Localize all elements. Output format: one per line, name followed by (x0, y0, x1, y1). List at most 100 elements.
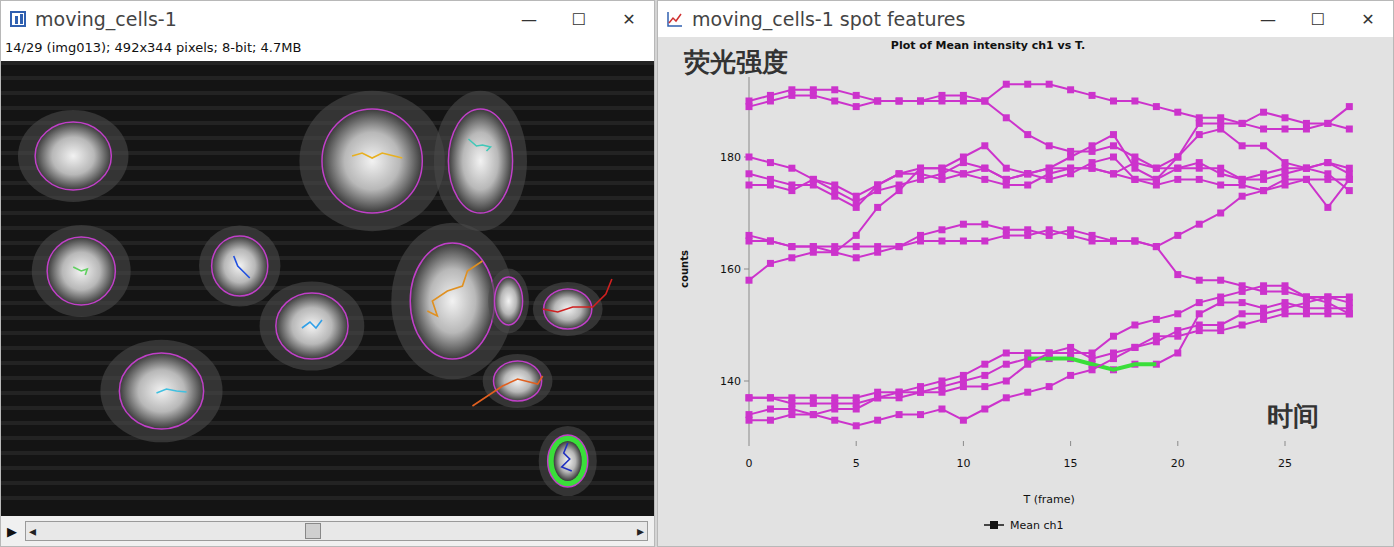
data-point[interactable] (1239, 176, 1246, 183)
data-point[interactable] (1324, 120, 1331, 127)
data-point[interactable] (1024, 81, 1031, 88)
data-point[interactable] (1046, 350, 1053, 357)
data-point[interactable] (1089, 238, 1096, 245)
data-point[interactable] (1089, 165, 1096, 172)
data-point[interactable] (960, 417, 967, 424)
data-point[interactable] (1260, 176, 1267, 183)
data-point[interactable] (788, 254, 795, 261)
data-point[interactable] (1174, 310, 1181, 317)
data-point[interactable] (1174, 165, 1181, 172)
data-point[interactable] (1110, 333, 1117, 340)
data-point[interactable] (1110, 355, 1117, 362)
data-point[interactable] (1346, 103, 1353, 110)
series-line[interactable] (746, 86, 1353, 171)
title-bar[interactable]: moving_cells-1 spot features—☐✕ (658, 1, 1393, 37)
data-point[interactable] (853, 422, 860, 429)
data-point[interactable] (1282, 126, 1289, 133)
data-point[interactable] (917, 238, 924, 245)
data-point[interactable] (1110, 98, 1117, 105)
data-point[interactable] (1260, 187, 1267, 194)
data-point[interactable] (1067, 165, 1074, 172)
data-point[interactable] (1089, 142, 1096, 149)
data-point[interactable] (1196, 221, 1203, 228)
data-point[interactable] (746, 238, 753, 245)
data-point[interactable] (1003, 114, 1010, 121)
data-point[interactable] (874, 394, 881, 401)
data-point[interactable] (1303, 294, 1310, 301)
data-point[interactable] (767, 159, 774, 166)
data-point[interactable] (1153, 103, 1160, 110)
data-point[interactable] (960, 383, 967, 390)
data-point[interactable] (1239, 288, 1246, 295)
data-point[interactable] (1303, 165, 1310, 172)
data-point[interactable] (1303, 165, 1310, 172)
data-point[interactable] (746, 394, 753, 401)
data-point[interactable] (1089, 165, 1096, 172)
data-point[interactable] (746, 394, 753, 401)
data-point[interactable] (1303, 294, 1310, 301)
data-point[interactable] (746, 154, 753, 161)
data-point[interactable] (1046, 170, 1053, 177)
data-point[interactable] (1024, 170, 1031, 177)
data-point[interactable] (917, 98, 924, 105)
data-point[interactable] (896, 243, 903, 250)
data-point[interactable] (1217, 182, 1224, 189)
data-point[interactable] (1067, 86, 1074, 93)
data-point[interactable] (1324, 299, 1331, 306)
data-point[interactable] (746, 417, 753, 424)
data-point[interactable] (938, 238, 945, 245)
data-point[interactable] (853, 198, 860, 205)
data-point[interactable] (1346, 294, 1353, 301)
data-point[interactable] (767, 406, 774, 413)
series-line[interactable] (746, 126, 1353, 200)
data-point[interactable] (981, 372, 988, 379)
data-point[interactable] (788, 243, 795, 250)
data-point[interactable] (810, 86, 817, 93)
data-point[interactable] (1196, 327, 1203, 334)
data-point[interactable] (1046, 81, 1053, 88)
data-point[interactable] (1282, 310, 1289, 317)
data-point[interactable] (1239, 322, 1246, 329)
data-point[interactable] (1324, 159, 1331, 166)
cell[interactable] (488, 269, 529, 334)
play-button[interactable]: ▶ (7, 524, 21, 539)
series-line[interactable] (746, 81, 1353, 127)
data-point[interactable] (1131, 176, 1138, 183)
data-point[interactable] (981, 142, 988, 149)
window-control-button[interactable]: — (504, 10, 554, 29)
data-point[interactable] (767, 182, 774, 189)
data-point[interactable] (938, 165, 945, 172)
cell[interactable] (539, 426, 597, 496)
image-canvas[interactable] (1, 61, 654, 516)
series-line[interactable] (746, 154, 1353, 211)
data-point[interactable] (981, 98, 988, 105)
data-point[interactable] (1196, 299, 1203, 306)
data-point[interactable] (1046, 142, 1053, 149)
data-point[interactable] (1303, 176, 1310, 183)
data-point[interactable] (938, 406, 945, 413)
data-point[interactable] (1174, 154, 1181, 161)
data-point[interactable] (1174, 350, 1181, 357)
data-point[interactable] (1174, 109, 1181, 116)
data-point[interactable] (981, 176, 988, 183)
data-point[interactable] (746, 277, 753, 284)
data-point[interactable] (1303, 310, 1310, 317)
data-point[interactable] (1046, 350, 1053, 357)
series-line[interactable] (746, 176, 1353, 284)
data-point[interactable] (1324, 120, 1331, 127)
data-point[interactable] (1217, 210, 1224, 217)
data-point[interactable] (960, 221, 967, 228)
series-line[interactable] (746, 282, 1353, 418)
data-point[interactable] (896, 243, 903, 250)
data-point[interactable] (810, 243, 817, 250)
data-point[interactable] (853, 103, 860, 110)
cell[interactable] (260, 281, 365, 370)
data-point[interactable] (1196, 165, 1203, 172)
cell[interactable] (32, 225, 131, 317)
data-point[interactable] (1131, 344, 1138, 351)
data-point[interactable] (1174, 333, 1181, 340)
data-point[interactable] (788, 86, 795, 93)
data-point[interactable] (981, 383, 988, 390)
data-point[interactable] (767, 394, 774, 401)
data-point[interactable] (1024, 170, 1031, 177)
